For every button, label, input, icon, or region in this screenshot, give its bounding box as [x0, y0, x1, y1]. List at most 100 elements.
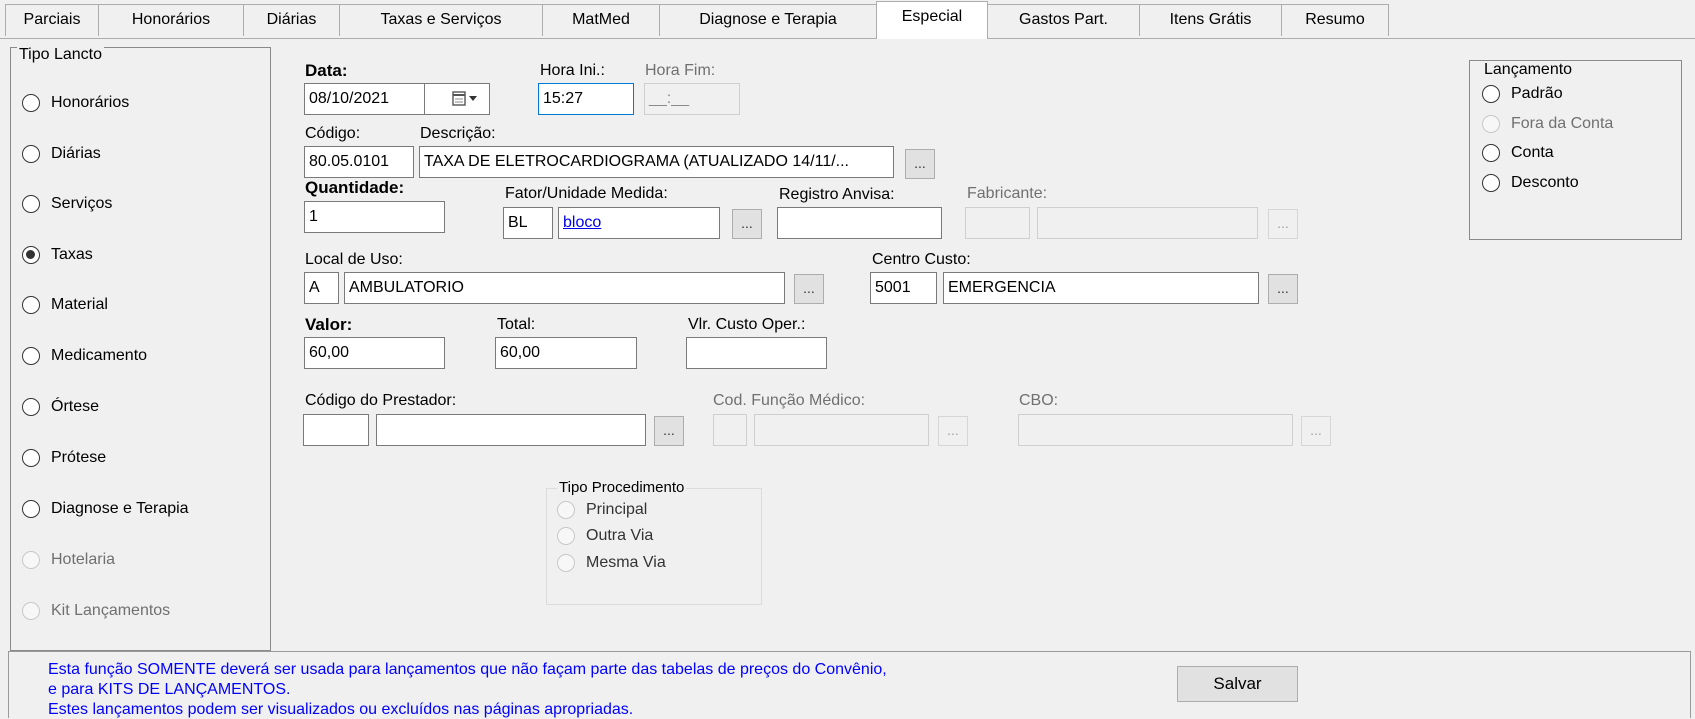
radio-circle[interactable]	[22, 145, 40, 163]
radio-circle[interactable]	[22, 500, 40, 518]
local-uso-code-field[interactable]: A	[304, 272, 339, 304]
radio-label: Hotelaria	[51, 551, 116, 568]
fator-desc-link[interactable]: bloco	[563, 214, 601, 231]
valor-field[interactable]: 60,00	[304, 337, 445, 369]
radio-label: Fora da Conta	[1511, 115, 1614, 132]
data-label: Data:	[305, 61, 348, 80]
fator-label: Fator/Unidade Medida:	[505, 185, 668, 202]
radio-label: Mesma Via	[586, 554, 666, 571]
fator-search-button[interactable]: ...	[732, 209, 762, 239]
radio-circle-disabled	[557, 527, 575, 545]
radio-circle-disabled	[22, 551, 40, 569]
radio-circle-disabled	[557, 501, 575, 519]
lancamento-group: Lançamento	[1469, 60, 1682, 240]
tab-gastos-part[interactable]: Gastos Part.	[987, 4, 1140, 36]
fabricante-desc-field	[1037, 207, 1258, 239]
radio-label: Prótese	[51, 449, 107, 466]
funcao-medico-code-field	[713, 414, 747, 446]
tab-matmed[interactable]: MatMed	[542, 4, 660, 36]
data-field[interactable]: 08/10/2021	[304, 83, 425, 115]
descricao-field[interactable]: TAXA DE ELETROCARDIOGRAMA (ATUALIZADO 14…	[419, 146, 894, 178]
info-line-2: e para KITS DE LANÇAMENTOS.	[48, 681, 291, 698]
radio-circle[interactable]	[22, 398, 40, 416]
quantidade-field[interactable]: 1	[304, 201, 445, 233]
radio-circle[interactable]	[22, 195, 40, 213]
centro-custo-code-field[interactable]: 5001	[870, 272, 937, 304]
tab-diagnose-terapia[interactable]: Diagnose e Terapia	[659, 4, 877, 36]
radio-circle[interactable]	[1482, 144, 1500, 162]
radio-label: Diagnose e Terapia	[51, 500, 189, 517]
hora-ini-field[interactable]: 15:27	[538, 83, 634, 115]
radio-circle[interactable]	[22, 347, 40, 365]
valor-label: Valor:	[305, 315, 353, 334]
hora-fim-label: Hora Fim:	[645, 62, 716, 79]
hora-ini-label: Hora Ini.:	[540, 62, 605, 79]
prestador-desc-field[interactable]	[376, 414, 646, 446]
registro-anvisa-label: Registro Anvisa:	[779, 186, 895, 203]
radio-label: Padrão	[1511, 85, 1563, 102]
info-line-1: Esta função SOMENTE deverá ser usada par…	[48, 661, 887, 678]
radio-label: Taxas	[51, 246, 93, 263]
centro-custo-search-button[interactable]: ...	[1268, 274, 1298, 304]
descricao-label: Descrição:	[420, 125, 496, 142]
radio-circle[interactable]	[1482, 85, 1500, 103]
funcao-medico-desc-field	[754, 414, 929, 446]
radio-circle-disabled	[22, 602, 40, 620]
local-uso-search-button[interactable]: ...	[794, 274, 824, 304]
tab-parciais[interactable]: Parciais	[5, 4, 99, 36]
prestador-code-field[interactable]	[303, 414, 369, 446]
radio-label: Material	[51, 296, 108, 313]
radio-label: Diárias	[51, 145, 101, 162]
fabricante-search-button: ...	[1268, 209, 1298, 239]
fator-code-field[interactable]: BL	[503, 207, 553, 239]
date-picker-button[interactable]	[424, 83, 490, 115]
radio-circle[interactable]	[22, 296, 40, 314]
total-label: Total:	[497, 316, 536, 333]
funcao-medico-search-button: ...	[938, 416, 968, 446]
codigo-field[interactable]: 80.05.0101	[304, 146, 414, 178]
local-uso-label: Local de Uso:	[305, 251, 403, 268]
cbo-label: CBO:	[1019, 392, 1059, 409]
calendar-icon	[452, 91, 477, 106]
radio-label: Serviços	[51, 195, 113, 212]
funcao-medico-label: Cod. Função Médico:	[713, 392, 866, 409]
radio-circle-selected[interactable]	[22, 246, 40, 264]
tipo-procedimento-legend: Tipo Procedimento	[557, 479, 687, 496]
cbo-field	[1018, 414, 1293, 446]
radio-label: Órtese	[51, 398, 100, 415]
centro-custo-label: Centro Custo:	[872, 251, 971, 268]
fator-desc-field[interactable]: bloco	[558, 207, 720, 239]
fabricante-code-field	[965, 207, 1030, 239]
radio-circle-disabled	[557, 554, 575, 572]
info-line-3: Estes lançamentos podem ser visualizados…	[48, 701, 634, 718]
prestador-search-button[interactable]: ...	[654, 416, 684, 446]
radio-label: Medicamento	[51, 347, 148, 364]
radio-label: Desconto	[1511, 174, 1579, 191]
local-uso-desc-field[interactable]: AMBULATORIO	[344, 272, 785, 304]
tab-especial[interactable]: Especial	[876, 1, 988, 39]
tab-honorarios[interactable]: Honorários	[98, 4, 244, 36]
tab-bar: Parciais Honorários Diárias Taxas e Serv…	[0, 0, 1695, 40]
descricao-search-button[interactable]: ...	[905, 149, 935, 179]
tipo-procedimento-group: Tipo Procedimento	[546, 479, 762, 605]
radio-label: Conta	[1511, 144, 1554, 161]
radio-circle[interactable]	[22, 449, 40, 467]
custo-oper-field[interactable]	[686, 337, 827, 369]
tipo-lancto-legend: Tipo Lancto	[17, 46, 105, 64]
hora-fim-field: __:__	[644, 83, 740, 115]
radio-circle[interactable]	[1482, 174, 1500, 192]
radio-circle[interactable]	[22, 94, 40, 112]
tab-taxas-servicos[interactable]: Taxas e Serviços	[339, 4, 543, 36]
radio-label: Kit Lançamentos	[51, 602, 171, 619]
salvar-button[interactable]: Salvar	[1177, 666, 1298, 702]
fabricante-label: Fabricante:	[967, 185, 1048, 202]
tab-itens-gratis[interactable]: Itens Grátis	[1139, 4, 1282, 36]
tab-resumo[interactable]: Resumo	[1281, 4, 1389, 36]
codigo-label: Código:	[305, 125, 361, 142]
total-field[interactable]: 60,00	[495, 337, 637, 369]
centro-custo-desc-field[interactable]: EMERGENCIA	[943, 272, 1259, 304]
prestador-label: Código do Prestador:	[305, 392, 457, 409]
tab-diarias[interactable]: Diárias	[243, 4, 340, 36]
radio-label: Principal	[586, 501, 648, 518]
registro-anvisa-field[interactable]	[777, 207, 942, 239]
